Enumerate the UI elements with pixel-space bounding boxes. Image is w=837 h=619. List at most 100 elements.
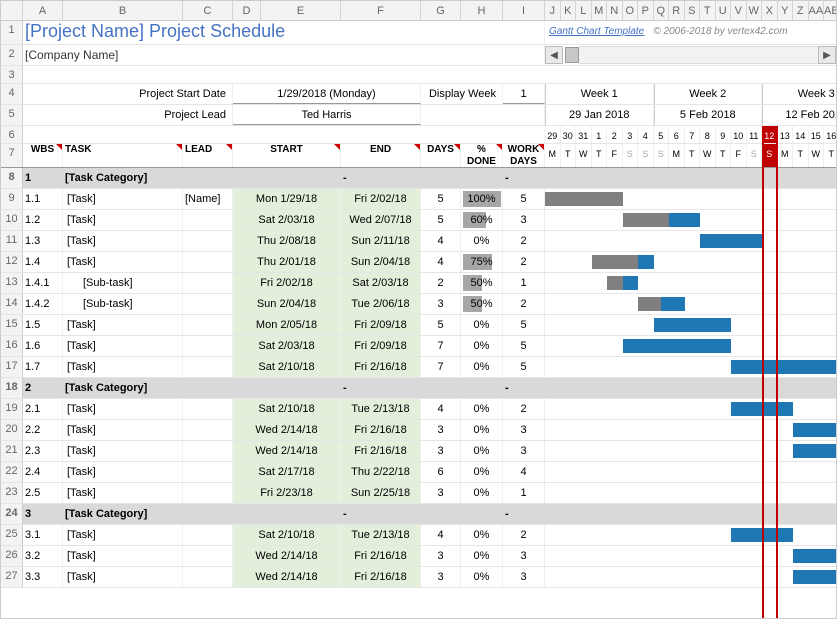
cell[interactable]: 5 [421,189,461,209]
row-header[interactable]: 16 [1,336,23,356]
cell[interactable]: Sun 2/04/18 [341,252,421,272]
cell[interactable]: Sat 2/10/18 [233,357,341,377]
scroll-thumb[interactable] [565,47,579,63]
cell[interactable] [183,168,233,188]
cell[interactable]: 7 [421,336,461,356]
cell[interactable]: [Name] [183,189,233,209]
cell[interactable]: 0% [461,441,503,461]
scroll-left-button[interactable]: ◀ [545,46,563,64]
cell[interactable]: 75% [461,252,503,272]
cell[interactable]: 1 [503,84,545,104]
cell[interactable]: 1.3 [23,231,63,251]
row-header[interactable]: 19 [1,399,23,419]
column-header[interactable]: S [685,1,701,20]
column-header[interactable]: L [576,1,592,20]
row-header[interactable]: 6 [1,126,23,143]
template-link[interactable]: Gantt Chart Template [549,26,644,37]
cell[interactable]: [Company Name] [23,45,545,65]
cell[interactable]: 1/29/2018 (Monday) [233,84,421,104]
row-header[interactable]: 7 [1,144,23,167]
cell[interactable]: 0% [461,462,503,482]
cell[interactable]: 3.3 [23,567,63,587]
cell[interactable]: [Task] [63,567,183,587]
column-header[interactable]: A [23,1,63,20]
cell[interactable]: 1 [23,168,63,188]
cell[interactable]: Tue 2/13/18 [341,399,421,419]
cell[interactable]: Fri 2/02/18 [233,273,341,293]
cell[interactable]: Fri 2/23/18 [233,483,341,503]
table-header[interactable]: % DONE [461,144,503,167]
cell[interactable]: [Task] [63,441,183,461]
gantt-bar[interactable] [700,234,762,248]
cell[interactable] [183,294,233,314]
cell[interactable]: 3 [503,420,545,440]
column-header[interactable]: O [623,1,639,20]
cell[interactable]: Fri 2/16/18 [341,546,421,566]
column-header[interactable]: P [638,1,654,20]
column-header[interactable]: W [747,1,763,20]
row-header[interactable]: 12 [1,252,23,272]
gantt-bar[interactable] [793,423,837,437]
gantt-bar[interactable] [654,318,732,332]
cell[interactable]: 5 [503,336,545,356]
cell[interactable]: 4 [503,462,545,482]
cell[interactable] [23,126,545,143]
table-header[interactable]: WBS [23,144,63,167]
cell[interactable]: Sat 2/17/18 [233,462,341,482]
column-header[interactable]: Q [654,1,670,20]
scroll-right-button[interactable]: ▶ [818,46,836,64]
cell[interactable]: 3 [23,504,63,524]
cell[interactable]: 0% [461,336,503,356]
cell[interactable]: Week 1 [545,84,654,104]
gantt-bar[interactable] [731,360,837,374]
cell[interactable]: 1.1 [23,189,63,209]
cell[interactable]: Sat 2/10/18 [233,525,341,545]
cell[interactable]: 3 [421,294,461,314]
cell[interactable]: 2.2 [23,420,63,440]
cell[interactable] [183,357,233,377]
cell[interactable]: 3 [503,567,545,587]
cell[interactable] [183,441,233,461]
cell[interactable] [461,168,503,188]
cell[interactable]: Week 3 [762,84,837,104]
row-header[interactable]: 11 [1,231,23,251]
cell[interactable]: Mon 2/05/18 [233,315,341,335]
cell[interactable]: Wed 2/14/18 [233,441,341,461]
cell[interactable] [233,168,341,188]
table-header[interactable]: START [233,144,341,167]
column-header[interactable]: U [716,1,732,20]
cell[interactable]: - [503,378,545,398]
cell[interactable]: 2 [23,378,63,398]
cell[interactable]: Wed 2/14/18 [233,546,341,566]
row-header[interactable]: 2 [1,45,23,65]
cell[interactable]: Sat 2/03/18 [341,273,421,293]
cell[interactable]: Fri 2/09/18 [341,336,421,356]
cell[interactable]: 5 [503,315,545,335]
row-header[interactable]: 3 [1,66,23,83]
cell[interactable]: 0% [461,399,503,419]
cell[interactable]: 3 [421,483,461,503]
cell[interactable]: 0% [461,420,503,440]
cell[interactable]: Thu 2/08/18 [233,231,341,251]
cell[interactable]: Gantt Chart Template © 2006-2018 by vert… [545,21,837,44]
row-header[interactable]: 18 [1,378,23,398]
column-header[interactable]: AB [824,1,837,20]
cell[interactable]: 2.3 [23,441,63,461]
cell[interactable]: Sat 2/10/18 [233,399,341,419]
cell[interactable]: Fri 2/09/18 [341,315,421,335]
cell[interactable] [183,273,233,293]
cell[interactable]: Wed 2/14/18 [233,567,341,587]
cell[interactable]: - [503,168,545,188]
column-header[interactable]: AA [809,1,825,20]
cell[interactable] [183,567,233,587]
cell[interactable]: 5 [503,357,545,377]
table-header[interactable]: LEAD [183,144,233,167]
cell[interactable]: 100% [461,189,503,209]
cell[interactable]: Sun 2/11/18 [341,231,421,251]
cell[interactable]: 0% [461,357,503,377]
cell[interactable] [421,504,461,524]
cell[interactable]: - [341,168,421,188]
cell[interactable] [183,504,233,524]
cell[interactable]: 2.5 [23,483,63,503]
cell[interactable] [233,504,341,524]
